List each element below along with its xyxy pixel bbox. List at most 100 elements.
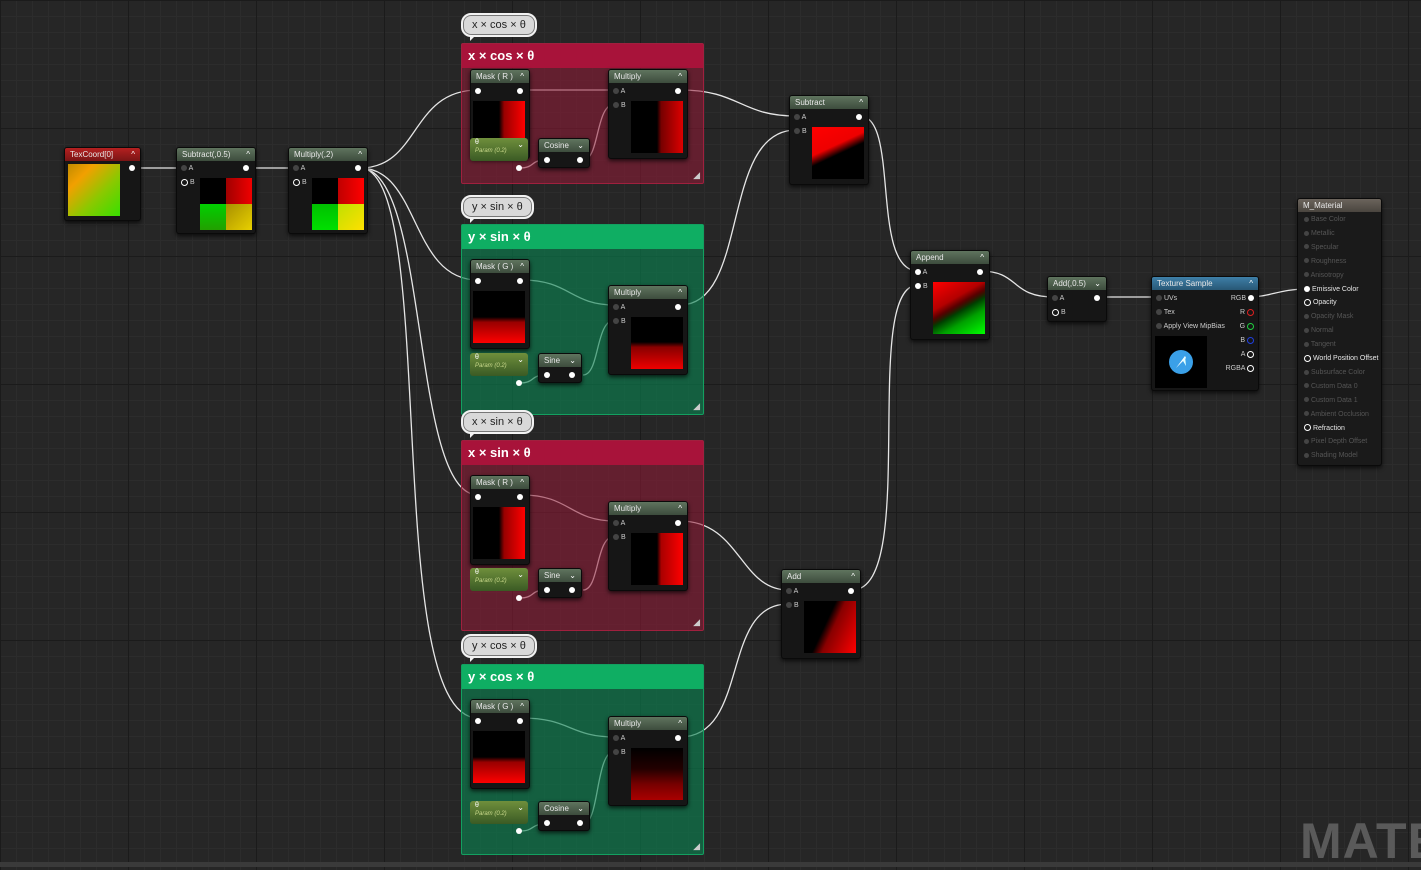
- node-title[interactable]: Mask ( G ) ^: [471, 700, 529, 713]
- pin-dot-icon[interactable]: [1304, 244, 1309, 250]
- material-pin[interactable]: Pixel Depth Offset: [1304, 437, 1367, 446]
- pin-dot-icon[interactable]: [1052, 295, 1058, 302]
- pin-dot-icon[interactable]: [569, 372, 575, 379]
- group-title[interactable]: y × cos × θ: [462, 665, 703, 689]
- pin-dot-icon[interactable]: [475, 718, 481, 725]
- pin-dot-icon[interactable]: [517, 718, 523, 725]
- node-multiply-2[interactable]: Multiply(,2) ^ A B: [288, 147, 368, 234]
- node-material-result[interactable]: M_Material Base Color Metallic Specular …: [1297, 198, 1382, 466]
- input-pin-b[interactable]: B: [613, 533, 626, 542]
- node-texture-sample[interactable]: Texture Sample ^ UVs Tex Apply View MipBi…: [1151, 276, 1259, 391]
- pin-dot-icon[interactable]: [475, 494, 481, 501]
- pin-dot-icon[interactable]: [544, 372, 550, 379]
- node-cosine[interactable]: Cosine ⌄: [538, 138, 590, 168]
- pin-dot-icon[interactable]: [915, 283, 921, 290]
- chevron-down-icon[interactable]: ⌄: [517, 570, 524, 579]
- collapse-icon[interactable]: ^: [520, 700, 524, 713]
- pin-dot-icon[interactable]: [293, 178, 300, 186]
- output-pin[interactable]: [577, 156, 583, 165]
- output-pin[interactable]: [675, 87, 681, 96]
- pin-dot-icon[interactable]: [516, 828, 522, 835]
- pin-dot-icon[interactable]: [794, 114, 800, 121]
- resize-handle-icon[interactable]: ◢: [693, 841, 700, 852]
- output-pin-rgb[interactable]: RGB: [1231, 294, 1254, 303]
- pin-dot-icon[interactable]: [1304, 341, 1309, 347]
- param-output-pin[interactable]: [516, 594, 522, 603]
- collapse-icon[interactable]: ^: [980, 251, 984, 264]
- material-pin[interactable]: Subsurface Color: [1304, 368, 1365, 377]
- output-pin[interactable]: [517, 87, 523, 96]
- output-pin[interactable]: [129, 164, 135, 173]
- input-pin-b[interactable]: B: [794, 127, 807, 136]
- output-pin[interactable]: [675, 303, 681, 312]
- input-pin[interactable]: [544, 819, 550, 828]
- pin-dot-icon[interactable]: [577, 157, 583, 164]
- pin-dot-icon[interactable]: [544, 157, 550, 164]
- input-pin-a[interactable]: A: [613, 303, 625, 312]
- pin-dot-icon[interactable]: [1247, 350, 1254, 358]
- node-title[interactable]: Cosine ⌄: [539, 802, 589, 815]
- collapse-icon[interactable]: ^: [1249, 277, 1253, 290]
- param-theta[interactable]: θ Param (0.2) ⌄: [470, 353, 528, 376]
- chevron-down-icon[interactable]: ⌄: [1094, 277, 1101, 290]
- pin-dot-icon[interactable]: [1304, 299, 1311, 307]
- input-pin-tex[interactable]: Tex: [1156, 308, 1175, 317]
- node-title[interactable]: Sine ⌄: [539, 354, 581, 367]
- pin-dot-icon[interactable]: [516, 380, 522, 387]
- output-pin[interactable]: [355, 164, 361, 173]
- node-title[interactable]: Mask ( G ) ^: [471, 260, 529, 273]
- output-pin-g[interactable]: G: [1240, 322, 1254, 331]
- node-title[interactable]: Add(,0.5) ⌄: [1048, 277, 1106, 290]
- node-title[interactable]: Subtract(,0.5) ^: [177, 148, 255, 161]
- pin-dot-icon[interactable]: [613, 318, 619, 325]
- pin-dot-icon[interactable]: [613, 88, 619, 95]
- material-pin[interactable]: Specular: [1304, 243, 1339, 252]
- node-multiply[interactable]: Multiply ^ A B: [608, 501, 688, 591]
- input-pin-a[interactable]: A: [915, 268, 927, 277]
- chevron-down-icon[interactable]: ⌄: [569, 569, 576, 582]
- pin-dot-icon[interactable]: [181, 178, 188, 186]
- input-pin[interactable]: [544, 156, 550, 165]
- input-pin-a[interactable]: A: [794, 113, 806, 122]
- pin-dot-icon[interactable]: [516, 165, 522, 172]
- node-mask-g[interactable]: Mask ( G ) ^: [470, 259, 530, 349]
- input-pin-a[interactable]: A: [1052, 294, 1064, 303]
- collapse-icon[interactable]: ^: [851, 570, 855, 583]
- comment-bubble[interactable]: y × sin × θ: [461, 195, 534, 223]
- comment-bubble[interactable]: x × sin × θ: [461, 410, 534, 438]
- node-title[interactable]: Mask ( R ) ^: [471, 476, 529, 489]
- output-pin[interactable]: [517, 493, 523, 502]
- pin-dot-icon[interactable]: [1304, 397, 1309, 403]
- pin-dot-icon[interactable]: [1248, 295, 1254, 302]
- pin-dot-icon[interactable]: [1247, 308, 1254, 316]
- pin-dot-icon[interactable]: [1052, 308, 1059, 316]
- pin-dot-icon[interactable]: [848, 588, 854, 595]
- output-pin[interactable]: [569, 586, 575, 595]
- pin-dot-icon[interactable]: [1304, 383, 1309, 389]
- node-multiply[interactable]: Multiply ^ A B: [608, 285, 688, 375]
- pin-dot-icon[interactable]: [181, 165, 187, 172]
- pin-dot-icon[interactable]: [675, 88, 681, 95]
- pin-dot-icon[interactable]: [544, 587, 550, 594]
- input-pin[interactable]: [475, 277, 481, 286]
- pin-dot-icon[interactable]: [915, 269, 921, 276]
- node-texcoord[interactable]: TexCoord[0] ^: [64, 147, 141, 221]
- pin-dot-icon[interactable]: [517, 494, 523, 501]
- collapse-icon[interactable]: ^: [246, 148, 250, 161]
- bottom-scrollbar[interactable]: [0, 862, 1421, 867]
- pin-dot-icon[interactable]: [293, 165, 299, 172]
- node-title[interactable]: Add ^: [782, 570, 860, 583]
- pin-dot-icon[interactable]: [613, 304, 619, 311]
- node-add[interactable]: Add ^ A B: [781, 569, 861, 659]
- resize-handle-icon[interactable]: ◢: [693, 401, 700, 412]
- material-pin[interactable]: Base Color: [1304, 215, 1346, 224]
- node-title[interactable]: Multiply ^: [609, 286, 687, 299]
- collapse-icon[interactable]: ^: [678, 70, 682, 83]
- pin-dot-icon[interactable]: [516, 595, 522, 602]
- input-pin-b[interactable]: B: [613, 317, 626, 326]
- pin-dot-icon[interactable]: [1094, 295, 1100, 302]
- pin-dot-icon[interactable]: [517, 278, 523, 285]
- pin-dot-icon[interactable]: [856, 114, 862, 121]
- pin-dot-icon[interactable]: [355, 165, 361, 172]
- material-pin[interactable]: Shading Model: [1304, 451, 1358, 460]
